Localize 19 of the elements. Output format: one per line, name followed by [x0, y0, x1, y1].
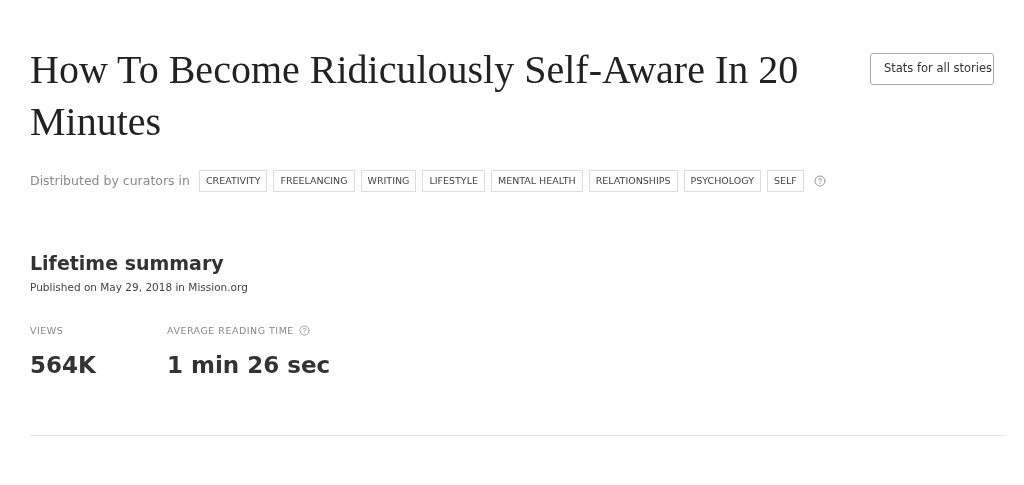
topic-tag[interactable]: WRITING [360, 170, 417, 192]
metric-label: AVERAGE READING TIME [167, 323, 294, 338]
curators-label: Distributed by curators in [30, 171, 190, 190]
topic-tag[interactable]: RELATIONSHIPS [588, 170, 678, 192]
story-title: How To Become Ridiculously Self-Aware In 20 Minutes [30, 46, 800, 146]
summary-heading: Lifetime summary [30, 251, 225, 276]
topic-tag[interactable]: CREATIVITY [198, 170, 268, 192]
metric-value: 1 min 26 sec [167, 351, 331, 380]
topic-tag[interactable]: FREELANCING [273, 170, 355, 192]
stats-button[interactable]: Stats for all stories [870, 53, 994, 85]
topic-tag[interactable]: SELF [766, 170, 804, 192]
metric-value: 564K [30, 351, 97, 380]
topic-tag[interactable]: LIFESTYLE [422, 170, 485, 192]
topic-tag[interactable]: MENTAL HEALTH [490, 170, 583, 192]
help-icon[interactable] [298, 325, 310, 337]
topic-tag[interactable]: PSYCHOLOGY [683, 170, 761, 192]
metric-label: VIEWS [30, 323, 64, 338]
help-icon[interactable] [813, 175, 826, 187]
published-info: Published on May 29, 2018 in Mission.org [30, 280, 249, 295]
